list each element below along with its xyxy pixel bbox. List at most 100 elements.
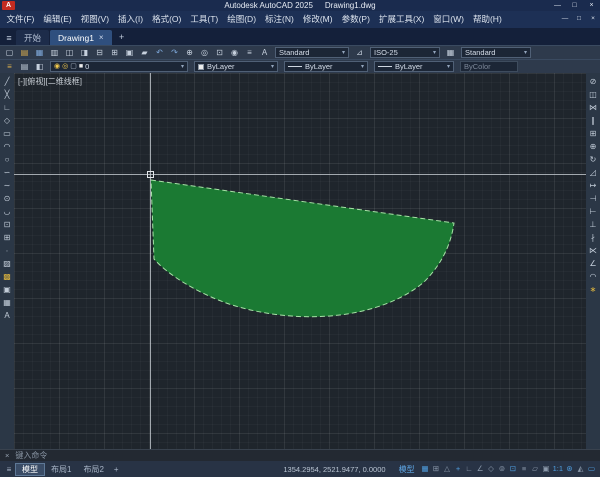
fillet-icon[interactable]: ◠ [587,271,599,283]
new-layout-button[interactable]: + [110,465,123,474]
menu-express-tools[interactable]: 扩展工具(X) [374,11,428,28]
mirror-icon[interactable]: ⋈ [587,102,599,114]
close-button[interactable]: × [583,0,600,11]
new-drawing-tab-button[interactable]: + [116,31,128,43]
dim-style-dropdown[interactable]: ISO-25 ▾ [370,47,440,58]
arc-icon[interactable]: ◠ [1,141,13,153]
command-prompt[interactable]: 键入命令 [15,450,47,461]
copy-icon[interactable]: ◫ [587,89,599,101]
lineweight-display-icon[interactable]: ≡ [519,465,530,473]
construction-line-icon[interactable]: ╳ [1,89,13,101]
menu-insert[interactable]: 插入(I) [114,11,148,28]
menu-format[interactable]: 格式(O) [148,11,186,28]
command-line[interactable]: × 键入命令 [0,449,600,461]
coordinates-display[interactable]: 1354.2954, 2521.9477, 0.0000 [283,465,385,474]
tab-start[interactable]: 开始 [16,30,49,45]
explode-icon[interactable]: ∗ [587,284,599,296]
table-style-dropdown[interactable]: Standard ▾ [461,47,531,58]
command-close-icon[interactable]: × [5,452,9,460]
file-tabs-menu-icon[interactable]: ≡ [2,30,16,45]
menu-tools[interactable]: 工具(T) [186,11,223,28]
viewport-controls[interactable]: [-][俯视][二维线框] [18,76,82,87]
match-properties-icon[interactable]: ▰ [137,47,152,59]
maximize-button[interactable]: □ [566,0,583,11]
insert-block-icon[interactable]: ⊡ [1,219,13,231]
extend-icon[interactable]: ⊢ [587,206,599,218]
ortho-icon[interactable]: ∟ [464,465,475,473]
layout-tabs-menu-icon[interactable]: ≡ [3,465,15,474]
text-style-dropdown[interactable]: Standard ▾ [275,47,349,58]
spline-icon[interactable]: ∼ [1,180,13,192]
minimize-button[interactable]: — [549,0,566,11]
paste-icon[interactable]: ▣ [122,47,137,59]
layer-properties-icon[interactable]: ≡ [2,61,17,73]
create-block-icon[interactable]: ⊞ [1,232,13,244]
pan-icon[interactable]: ⊕ [182,47,197,59]
doc-restore-button[interactable]: □ [572,11,586,28]
layer-states-icon[interactable]: ▤ [17,61,32,73]
model-tab[interactable]: 模型 [15,463,45,476]
join-icon[interactable]: ⋉ [587,245,599,257]
menu-window[interactable]: 窗口(W) [429,11,469,28]
undo-icon[interactable]: ↶ [152,47,167,59]
layer-isolate-icon[interactable]: ◧ [32,61,47,73]
save-icon[interactable]: ▦ [32,47,47,59]
annotation-scale-icon[interactable]: 1:1 [552,465,564,473]
hatch-icon[interactable]: ▨ [1,258,13,270]
ellipse-icon[interactable]: ⊙ [1,193,13,205]
cut-icon[interactable]: ⊟ [92,47,107,59]
array-icon[interactable]: ⊞ [587,128,599,140]
break-at-point-icon[interactable]: ⊥ [587,219,599,231]
multiline-text-icon[interactable]: A [1,310,13,322]
erase-icon[interactable]: ⊘ [587,76,599,88]
workspace-switching-icon[interactable]: ⊛ [564,465,575,473]
plot-preview-icon[interactable]: ◫ [62,47,77,59]
dynamic-input-icon[interactable]: + [453,465,464,473]
snap-icon[interactable]: ⊞ [431,465,442,473]
zoom-window-icon[interactable]: ⊡ [212,47,227,59]
model-space-toggle[interactable]: 模型 [394,464,420,475]
polar-tracking-icon[interactable]: ∠ [475,465,486,473]
doc-close-button[interactable]: × [586,11,600,28]
menu-file[interactable]: 文件(F) [2,11,39,28]
isodraft-icon[interactable]: ◇ [486,465,497,473]
table-icon[interactable]: ▦ [1,297,13,309]
revision-cloud-icon[interactable]: ∽ [1,167,13,179]
trim-icon[interactable]: ⊣ [587,193,599,205]
linetype-dropdown[interactable]: ByLayer ▾ [284,61,368,72]
lineweight-dropdown[interactable]: ByLayer ▾ [374,61,454,72]
break-icon[interactable]: ∤ [587,232,599,244]
clean-screen-icon[interactable]: ▭ [586,465,597,473]
menu-dimension[interactable]: 标注(N) [261,11,299,28]
menu-view[interactable]: 视图(V) [76,11,113,28]
menu-help[interactable]: 帮助(H) [468,11,506,28]
menu-edit[interactable]: 编辑(E) [39,11,76,28]
region-icon[interactable]: ▣ [1,284,13,296]
layer-dropdown[interactable]: ◉ ◎ ▢ ■ 0 ▾ [50,61,188,72]
stretch-icon[interactable]: ↦ [587,180,599,192]
point-icon[interactable]: ∙ [1,245,13,257]
offset-icon[interactable]: ∥ [587,115,599,127]
zoom-realtime-icon[interactable]: ◎ [197,47,212,59]
object-snap-icon[interactable]: ⊡ [508,465,519,473]
rectangle-icon[interactable]: ▭ [1,128,13,140]
infer-constraints-icon[interactable]: △ [442,465,453,473]
open-icon[interactable]: ▤ [17,47,32,59]
move-icon[interactable]: ⊕ [587,141,599,153]
zoom-previous-icon[interactable]: ◉ [227,47,242,59]
gradient-icon[interactable]: ▩ [1,271,13,283]
annotation-monitor-icon[interactable]: ◭ [575,465,586,473]
copy-clip-icon[interactable]: ⊞ [107,47,122,59]
line-icon[interactable]: ╱ [1,76,13,88]
layout1-tab[interactable]: 布局1 [45,463,77,476]
menu-draw[interactable]: 绘图(D) [223,11,261,28]
object-snap-tracking-icon[interactable]: ⊚ [497,465,508,473]
tab-drawing1[interactable]: Drawing1 × [50,30,112,45]
drawing-canvas[interactable]: [-][俯视][二维线框] [14,73,586,449]
close-tab-icon[interactable]: × [99,33,104,42]
transparency-icon[interactable]: ▱ [530,465,541,473]
object-color-dropdown[interactable]: ByLayer ▾ [194,61,278,72]
qnew-icon[interactable]: ▢ [2,47,17,59]
chamfer-icon[interactable]: ∠ [587,258,599,270]
redo-icon[interactable]: ↷ [167,47,182,59]
